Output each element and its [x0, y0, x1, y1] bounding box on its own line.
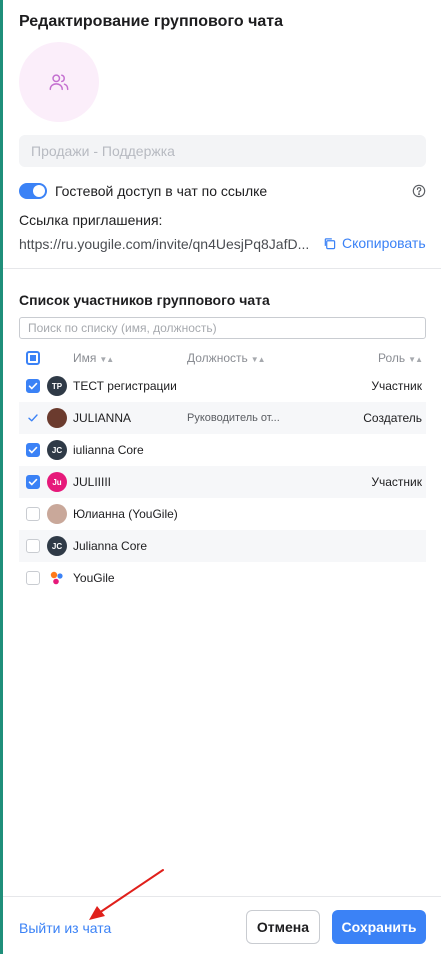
members-list-title: Список участников группового чата	[19, 292, 270, 308]
column-role-header[interactable]: Роль ▼▲	[347, 351, 426, 365]
copy-link-label: Скопировать	[342, 235, 426, 251]
member-name-cell: Ju JULIIIII	[47, 472, 187, 492]
member-row[interactable]: YouGile	[19, 562, 426, 594]
member-row[interactable]: JC iulianna Core	[19, 434, 426, 466]
member-checkbox[interactable]	[26, 507, 40, 521]
column-role-label: Роль	[378, 351, 406, 365]
footer-divider	[3, 896, 441, 897]
member-row[interactable]: Ju JULIIIII Участник	[19, 466, 426, 498]
member-name-cell: ТР ТЕСТ регистрации	[47, 376, 187, 396]
member-name: YouGile	[73, 571, 115, 585]
member-check-cell	[19, 539, 47, 553]
member-name: Юлианна (YouGile)	[73, 507, 178, 521]
cancel-button[interactable]: Отмена	[246, 910, 320, 944]
member-checkbox-checked[interactable]	[26, 475, 40, 489]
annotation-arrow	[89, 869, 164, 920]
member-checkbox-checked[interactable]	[26, 379, 40, 393]
select-all-cell	[19, 351, 47, 365]
check-icon	[28, 478, 38, 486]
member-name-cell: JC Julianna Core	[47, 536, 187, 556]
save-button[interactable]: Сохранить	[332, 910, 426, 944]
avatar: Ju	[47, 472, 67, 492]
member-checkbox[interactable]	[26, 571, 40, 585]
avatar	[47, 504, 67, 524]
dialog-title: Редактирование группового чата	[19, 13, 284, 30]
members-search-input[interactable]	[19, 317, 426, 339]
member-row[interactable]: JULIANNA Руководитель от... Создатель	[19, 402, 426, 434]
member-name: iulianna Core	[73, 443, 144, 457]
sort-icon: ▼▲	[99, 355, 114, 364]
guest-access-row: Гостевой доступ в чат по ссылке	[19, 181, 426, 201]
help-icon[interactable]	[412, 184, 426, 198]
member-row[interactable]: ТР ТЕСТ регистрации Участник	[19, 370, 426, 402]
chat-avatar[interactable]	[19, 42, 99, 122]
copy-link-button[interactable]: Скопировать	[323, 235, 426, 251]
member-role: Участник	[371, 475, 422, 489]
member-check-cell	[19, 475, 47, 489]
member-role: Создатель	[363, 411, 422, 425]
avatar	[47, 568, 67, 588]
member-row[interactable]: Юлианна (YouGile)	[19, 498, 426, 530]
check-icon	[28, 446, 38, 454]
member-checkmark[interactable]	[26, 411, 40, 425]
users-icon	[49, 74, 69, 91]
copy-icon	[324, 237, 336, 249]
column-name-header[interactable]: Имя ▼▲	[47, 351, 187, 365]
avatar: ТР	[47, 376, 67, 396]
member-name-cell: JC iulianna Core	[47, 440, 187, 460]
member-name: JULIIIII	[73, 475, 112, 489]
member-role: Участник	[371, 379, 422, 393]
members-table: Имя ▼▲ Должность ▼▲ Роль ▼▲ ТР ТЕСТ регистра…	[19, 346, 426, 594]
member-row[interactable]: JC Julianna Core	[19, 530, 426, 562]
check-icon	[28, 382, 38, 390]
member-check-cell	[19, 411, 47, 425]
avatar	[47, 408, 67, 428]
sort-icon: ▼▲	[408, 355, 423, 364]
member-name: Julianna Core	[73, 539, 148, 553]
member-name: JULIANNA	[73, 411, 132, 425]
member-job: Руководитель от...	[187, 412, 280, 424]
member-checkbox[interactable]	[26, 539, 40, 553]
member-check-cell	[19, 443, 47, 457]
column-job-header[interactable]: Должность ▼▲	[187, 351, 347, 365]
avatar: JC	[47, 536, 67, 556]
member-name-cell: YouGile	[47, 568, 187, 588]
guest-access-toggle[interactable]	[19, 183, 47, 199]
leave-chat-link[interactable]: Выйти из чата	[19, 920, 111, 936]
members-table-body: ТР ТЕСТ регистрации Участник JULIANNA Руково…	[19, 370, 426, 594]
edit-group-chat-dialog: Редактирование группового чата Гостевой …	[3, 0, 441, 954]
invite-link-value[interactable]: https://ru.yougile.com/invite/qn4UesjPq8…	[19, 236, 311, 252]
invite-link-label: Ссылка приглашения:	[19, 212, 163, 228]
guest-access-label: Гостевой доступ в чат по ссылке	[55, 183, 268, 199]
yougile-logo-icon	[50, 571, 63, 585]
section-divider	[3, 268, 441, 269]
sort-icon: ▼▲	[250, 355, 266, 364]
member-name-cell: Юлианна (YouGile)	[47, 504, 187, 524]
member-check-cell	[19, 379, 47, 393]
column-job-label: Должность	[187, 351, 248, 365]
chat-name-input[interactable]	[19, 135, 426, 167]
member-checkbox-checked[interactable]	[26, 443, 40, 457]
member-check-cell	[19, 571, 47, 585]
check-icon	[28, 414, 38, 422]
column-name-label: Имя	[73, 351, 97, 365]
member-name: ТЕСТ регистрации	[73, 379, 177, 393]
member-name-cell: JULIANNA	[47, 408, 187, 428]
select-all-checkbox[interactable]	[26, 351, 40, 365]
members-table-header: Имя ▼▲ Должность ▼▲ Роль ▼▲	[19, 346, 426, 370]
member-check-cell	[19, 507, 47, 521]
avatar: JC	[47, 440, 67, 460]
